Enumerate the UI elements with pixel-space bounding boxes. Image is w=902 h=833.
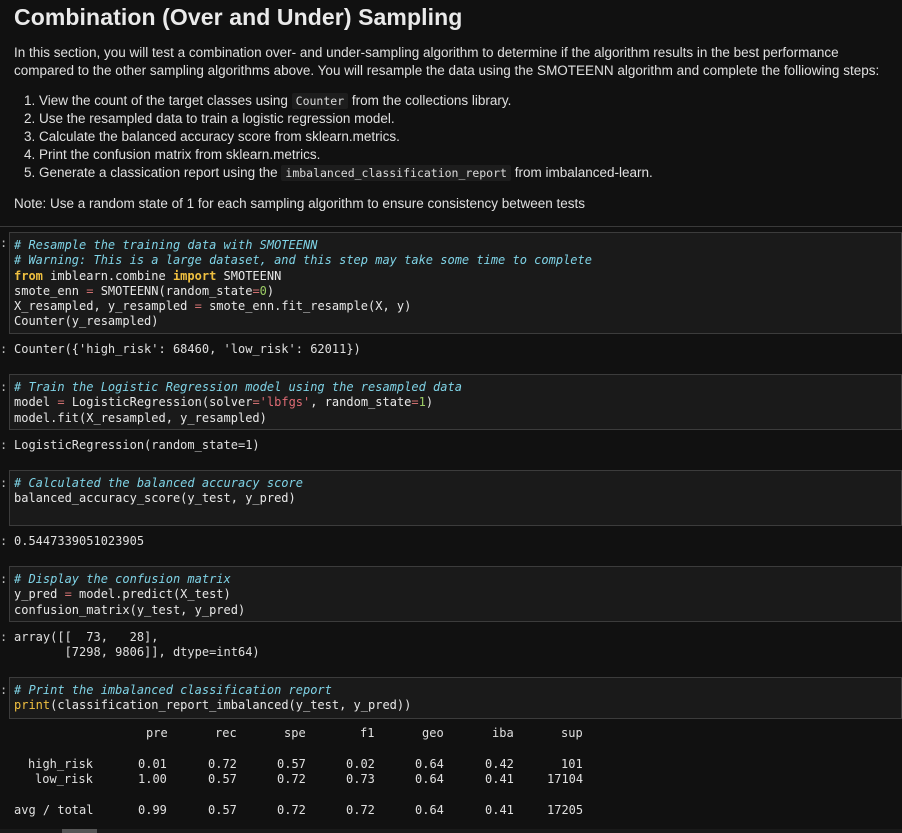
code-cell-train[interactable]: # Train the Logistic Regression model us… xyxy=(9,374,902,430)
input-prompt: : xyxy=(0,572,8,586)
report-header-iba: iba xyxy=(492,726,514,740)
report-header-geo: geo xyxy=(422,726,444,740)
code-cell-report[interactable]: # Print the imbalanced classification re… xyxy=(9,677,902,719)
code-editor[interactable]: # Display the confusion matrix y_pred = … xyxy=(14,572,245,618)
report-cell: 1.00 xyxy=(138,772,167,786)
report-cell: 0.73 xyxy=(346,772,375,786)
step-item: Generate a classication report using the… xyxy=(39,164,653,182)
step-item: Use the resampled data to train a logist… xyxy=(39,110,653,128)
inline-code: Counter xyxy=(291,93,349,109)
report-cell: 0.42 xyxy=(485,757,514,771)
code-editor[interactable]: # Resample the training data with SMOTEE… xyxy=(14,238,592,330)
report-header-f1: f1 xyxy=(360,726,375,740)
input-prompt: : xyxy=(0,236,8,250)
section-heading: Combination (Over and Under) Sampling xyxy=(14,4,463,30)
report-cell: 0.41 xyxy=(485,772,514,786)
output-prompt: : xyxy=(0,438,8,452)
step-item: Print the confusion matrix from sklearn.… xyxy=(39,146,653,164)
report-cell: 0.99 xyxy=(138,803,167,817)
output-prompt: : xyxy=(0,534,8,548)
report-cell: 0.01 xyxy=(138,757,167,771)
steps-list: View the count of the target classes usi… xyxy=(25,92,653,182)
report-header-sup: sup xyxy=(561,726,583,740)
step-item: Calculate the balanced accuracy score fr… xyxy=(39,128,653,146)
report-row-label: high_risk xyxy=(28,757,94,771)
report-header-rec: rec xyxy=(215,726,237,740)
output-prompt: : xyxy=(0,630,8,644)
report-cell: 0.57 xyxy=(208,803,237,817)
code-editor[interactable]: # Calculated the balanced accuracy score… xyxy=(14,476,303,507)
report-cell: 0.72 xyxy=(208,757,237,771)
report-cell: 0.57 xyxy=(208,772,237,786)
report-cell: 0.02 xyxy=(346,757,375,771)
cell-output: Counter({'high_risk': 68460, 'low_risk':… xyxy=(14,342,361,356)
markdown-cell[interactable]: Combination (Over and Under) Sampling In… xyxy=(0,0,902,227)
cell-output: LogisticRegression(random_state=1) xyxy=(14,438,260,452)
intro-paragraph: In this section, you will test a combina… xyxy=(14,45,880,78)
step-item: View the count of the target classes usi… xyxy=(39,92,653,110)
report-cell: 0.41 xyxy=(485,803,514,817)
report-cell: 0.64 xyxy=(415,772,444,786)
cell-output: array([[ 73, 28], [7298, 9806]], dtype=i… xyxy=(14,630,260,659)
report-cell: 0.57 xyxy=(277,757,306,771)
input-prompt: : xyxy=(0,380,8,394)
code-editor[interactable]: # Print the imbalanced classification re… xyxy=(14,683,411,714)
report-header-pre: pre xyxy=(146,726,168,740)
report-cell: 0.64 xyxy=(415,803,444,817)
report-cell: 0.72 xyxy=(277,772,306,786)
report-cell: 17205 xyxy=(547,803,584,817)
code-cell-confusion[interactable]: # Display the confusion matrix y_pred = … xyxy=(9,566,902,622)
code-cell-accuracy[interactable]: # Calculated the balanced accuracy score… xyxy=(9,470,902,526)
input-prompt: : xyxy=(0,683,8,697)
scrollbar-thumb[interactable] xyxy=(62,829,97,833)
note-text: Note: Use a random state of 1 for each s… xyxy=(14,196,586,211)
report-cell: 0.64 xyxy=(415,757,444,771)
cell-output: 0.5447339051023905 xyxy=(14,534,145,548)
input-prompt: : xyxy=(0,476,8,490)
report-row-label: avg / total xyxy=(14,803,94,817)
report-cell: 0.72 xyxy=(346,803,375,817)
report-row-label: low_risk xyxy=(35,772,93,786)
inline-code: imbalanced_classification_report xyxy=(281,165,511,181)
code-cell-resample[interactable]: # Resample the training data with SMOTEE… xyxy=(9,232,902,334)
horizontal-scrollbar[interactable] xyxy=(0,829,902,833)
output-prompt: : xyxy=(0,342,8,356)
report-cell: 101 xyxy=(561,757,583,771)
report-cell: 0.72 xyxy=(277,803,306,817)
code-editor[interactable]: # Train the Logistic Regression model us… xyxy=(14,380,462,426)
report-header-spe: spe xyxy=(284,726,306,740)
report-cell: 17104 xyxy=(547,772,584,786)
